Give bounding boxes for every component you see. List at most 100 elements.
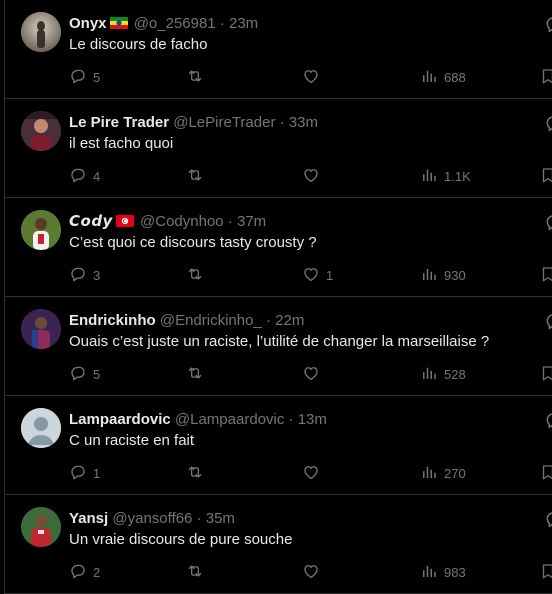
timestamp[interactable]: 35m (206, 510, 235, 527)
retweet-icon (186, 265, 204, 286)
handle[interactable]: @o_256981 (134, 15, 216, 32)
more-icon[interactable] (544, 14, 552, 34)
reply-button[interactable]: 3 (69, 264, 100, 286)
like-button[interactable] (302, 462, 326, 484)
bookmark-button[interactable] (539, 165, 552, 187)
like-icon (302, 463, 320, 484)
display-name[interactable]: Endrickinho (69, 312, 156, 329)
post-header: Endrickinho @Endrickinho_ · 22m (69, 311, 304, 331)
display-name[interactable]: Lampaardovic (69, 411, 171, 428)
bookmark-icon (539, 364, 552, 385)
reply-icon (69, 265, 87, 286)
post-text: C’est quoi ce discours tasty crousty ? (69, 234, 317, 251)
avatar-image (21, 111, 61, 151)
more-icon[interactable] (544, 509, 552, 529)
post-text: C un raciste en fait (69, 432, 195, 449)
more-icon[interactable] (544, 212, 552, 232)
separator-dot: · (275, 114, 289, 131)
bookmark-button[interactable] (539, 66, 552, 88)
display-name[interactable]: Yansj (69, 510, 108, 527)
reply-post[interactable]: 𝘾𝙤𝙙𝙮 @Codynhoo · 37m C’est quoi ce disco… (4, 198, 552, 297)
like-button[interactable] (302, 66, 326, 88)
reply-post[interactable]: Endrickinho @Endrickinho_ · 22m Ouais c’… (4, 297, 552, 396)
like-button[interactable]: 1 (302, 264, 333, 286)
avatar[interactable] (21, 111, 61, 151)
like-icon (302, 67, 320, 88)
bookmark-button[interactable] (539, 264, 552, 286)
timestamp[interactable]: 23m (229, 15, 258, 32)
reply-count: 5 (93, 366, 101, 382)
retweet-button[interactable] (186, 264, 210, 286)
post-header: 𝘾𝙤𝙙𝙮 @Codynhoo · 37m (69, 212, 266, 232)
view-count: 688 (444, 69, 466, 85)
retweet-icon (186, 463, 204, 484)
reply-button[interactable]: 4 (69, 165, 100, 187)
timestamp[interactable]: 13m (298, 411, 327, 428)
views-button[interactable]: 930 (420, 264, 466, 286)
views-button[interactable]: 688 (420, 66, 466, 88)
retweet-button[interactable] (186, 462, 210, 484)
reply-count: 3 (93, 267, 101, 283)
reply-button[interactable]: 5 (69, 66, 100, 88)
like-icon (302, 166, 320, 187)
action-bar: 3 1 930 (69, 264, 552, 286)
views-button[interactable]: 270 (420, 462, 466, 484)
reply-count: 1 (93, 465, 101, 481)
like-button[interactable] (302, 165, 326, 187)
views-button[interactable]: 528 (420, 363, 466, 385)
reply-button[interactable]: 2 (69, 561, 100, 583)
view-count: 930 (444, 267, 466, 283)
action-bar: 1 270 (69, 462, 552, 484)
reply-post[interactable]: Yansj @yansoff66 · 35m Un vraie discours… (4, 495, 552, 594)
retweet-icon (186, 67, 204, 88)
bookmark-button[interactable] (539, 462, 552, 484)
handle[interactable]: @Lampaardovic (175, 411, 284, 428)
retweet-button[interactable] (186, 561, 210, 583)
view-count: 1.1K (444, 168, 471, 184)
handle[interactable]: @Codynhoo (140, 213, 224, 230)
post-text: Ouais c’est juste un raciste, l’utilité … (69, 333, 490, 350)
reply-post[interactable]: Onyx @o_256981 · 23m Le discours de fach… (4, 0, 552, 99)
avatar[interactable] (21, 507, 61, 547)
avatar[interactable] (21, 12, 61, 52)
views-button[interactable]: 983 (420, 561, 466, 583)
like-icon (302, 562, 320, 583)
more-icon[interactable] (544, 410, 552, 430)
like-button[interactable] (302, 561, 326, 583)
reply-count: 5 (93, 69, 101, 85)
timestamp[interactable]: 22m (275, 312, 304, 329)
avatar[interactable] (21, 408, 61, 448)
retweet-button[interactable] (186, 165, 210, 187)
separator-dot: · (261, 312, 276, 329)
post-header: Onyx @o_256981 · 23m (69, 14, 258, 34)
display-name[interactable]: 𝘾𝙤𝙙𝙮 (69, 213, 113, 230)
retweet-button[interactable] (186, 363, 210, 385)
handle[interactable]: @yansoff66 (112, 510, 192, 527)
reply-post[interactable]: Lampaardovic @Lampaardovic · 13m C un ra… (4, 396, 552, 495)
reply-icon (69, 364, 87, 385)
views-button[interactable]: 1.1K (420, 165, 471, 187)
separator-dot: · (192, 510, 206, 527)
avatar[interactable] (21, 210, 61, 250)
reply-button[interactable]: 1 (69, 462, 100, 484)
timestamp[interactable]: 33m (289, 114, 318, 131)
reply-post[interactable]: Le Pire Trader @LePireTrader · 33m il es… (4, 99, 552, 198)
bookmark-button[interactable] (539, 363, 552, 385)
avatar[interactable] (21, 309, 61, 349)
action-bar: 4 1.1K (69, 165, 552, 187)
more-icon[interactable] (544, 113, 552, 133)
post-text: Le discours de facho (69, 36, 208, 53)
handle[interactable]: @Endrickinho_ (160, 312, 262, 329)
retweet-button[interactable] (186, 66, 210, 88)
ethiopia-flag-icon (109, 17, 128, 29)
reply-button[interactable]: 5 (69, 363, 100, 385)
avatar-image (21, 507, 61, 547)
bookmark-icon (539, 562, 552, 583)
display-name[interactable]: Le Pire Trader (69, 114, 169, 131)
like-button[interactable] (302, 363, 326, 385)
handle[interactable]: @LePireTrader (173, 114, 275, 131)
more-icon[interactable] (544, 311, 552, 331)
timestamp[interactable]: 37m (237, 213, 266, 230)
display-name[interactable]: Onyx (69, 15, 107, 32)
bookmark-button[interactable] (539, 561, 552, 583)
